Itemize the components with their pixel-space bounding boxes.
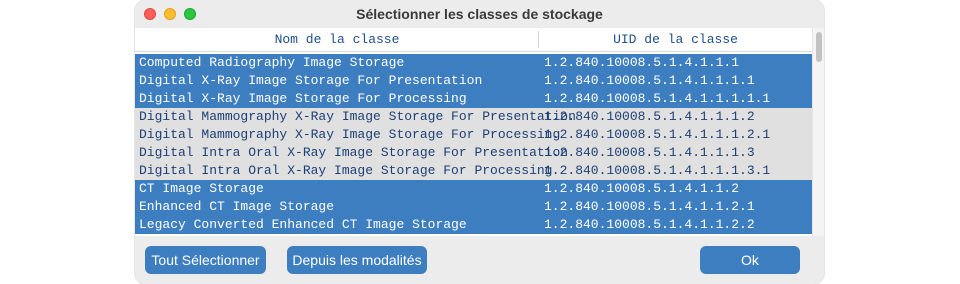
table-row[interactable]: Digital X-Ray Image Storage For Presenta… xyxy=(135,72,812,90)
table-row[interactable]: Enhanced CT Image Storage 1.2.840.10008.5… xyxy=(135,198,812,216)
class-name-cell: CT Image Storage xyxy=(139,181,264,196)
table-row[interactable]: Legacy Converted Enhanced CT Image Stora… xyxy=(135,216,812,234)
from-modalities-button[interactable]: Depuis les modalités xyxy=(287,246,427,274)
class-uid-cell: 1.2.840.10008.5.1.4.1.1.1.1.1 xyxy=(544,91,771,106)
class-uid-cell: 1.2.840.10008.5.1.4.1.1.2.1 xyxy=(544,199,755,214)
class-name-cell: Digital Intra Oral X-Ray Image Storage F… xyxy=(139,145,569,160)
window-title: Sélectionner les classes de stockage xyxy=(356,6,603,22)
table-row[interactable]: Computed Radiography Image Storage 1.2.84… xyxy=(135,54,812,72)
class-name-cell: Digital Mammography X-Ray Image Storage … xyxy=(139,109,576,124)
column-header-uid[interactable]: UID de la classe xyxy=(539,32,812,47)
class-uid-cell: 1.2.840.10008.5.1.4.1.1.1.3.1 xyxy=(544,163,771,178)
class-name-cell: Digital Mammography X-Ray Image Storage … xyxy=(139,127,561,142)
column-header-name[interactable]: Nom de la classe xyxy=(135,32,539,47)
class-uid-cell: 1.2.840.10008.5.1.4.1.1.1 xyxy=(544,55,740,70)
table-row[interactable]: Digital Intra Oral X-Ray Image Storage F… xyxy=(135,144,812,162)
vertical-scrollbar[interactable] xyxy=(812,28,824,236)
class-uid-cell: 1.2.840.10008.5.1.4.1.1.1.3 xyxy=(544,145,755,160)
ok-button[interactable]: Ok xyxy=(700,246,800,274)
class-uid-cell: 1.2.840.10008.5.1.4.1.1.2.2 xyxy=(544,217,755,232)
table-header: Nom de la classe UID de la classe xyxy=(135,28,812,52)
scrollbar-thumb[interactable] xyxy=(816,32,822,62)
storage-class-table[interactable]: Nom de la classe UID de la classe Comput… xyxy=(135,28,812,236)
title-bar: Sélectionner les classes de stockage xyxy=(135,0,824,28)
class-uid-cell: 1.2.840.10008.5.1.4.1.1.1.1 xyxy=(544,73,755,88)
class-name-cell: Digital Intra Oral X-Ray Image Storage F… xyxy=(139,163,553,178)
select-all-button[interactable]: Tout Sélectionner xyxy=(145,246,266,274)
table-row[interactable]: Digital Mammography X-Ray Image Storage … xyxy=(135,126,812,144)
class-name-cell: Legacy Converted Enhanced CT Image Stora… xyxy=(139,217,467,232)
class-name-cell: Computed Radiography Image Storage xyxy=(139,55,405,70)
class-uid-cell: 1.2.840.10008.5.1.4.1.1.1.2.1 xyxy=(544,127,771,142)
table-row[interactable]: CT Image Storage 1.2.840.10008.5.1.4.1.1.… xyxy=(135,180,812,198)
table-row[interactable]: Digital Mammography X-Ray Image Storage … xyxy=(135,108,812,126)
class-uid-cell: 1.2.840.10008.5.1.4.1.1.1.2 xyxy=(544,109,755,124)
storage-class-dialog: Sélectionner les classes de stockage Nom… xyxy=(135,0,824,284)
class-name-cell: Enhanced CT Image Storage xyxy=(139,199,335,214)
class-name-cell: Digital X-Ray Image Storage For Presenta… xyxy=(139,73,483,88)
class-name-cell: Digital X-Ray Image Storage For Processi… xyxy=(139,91,467,106)
table-row[interactable]: Digital X-Ray Image Storage For Processi… xyxy=(135,90,812,108)
table-row[interactable]: Digital Intra Oral X-Ray Image Storage F… xyxy=(135,162,812,180)
table-body: Computed Radiography Image Storage 1.2.84… xyxy=(135,54,812,234)
class-uid-cell: 1.2.840.10008.5.1.4.1.1.2 xyxy=(544,181,740,196)
